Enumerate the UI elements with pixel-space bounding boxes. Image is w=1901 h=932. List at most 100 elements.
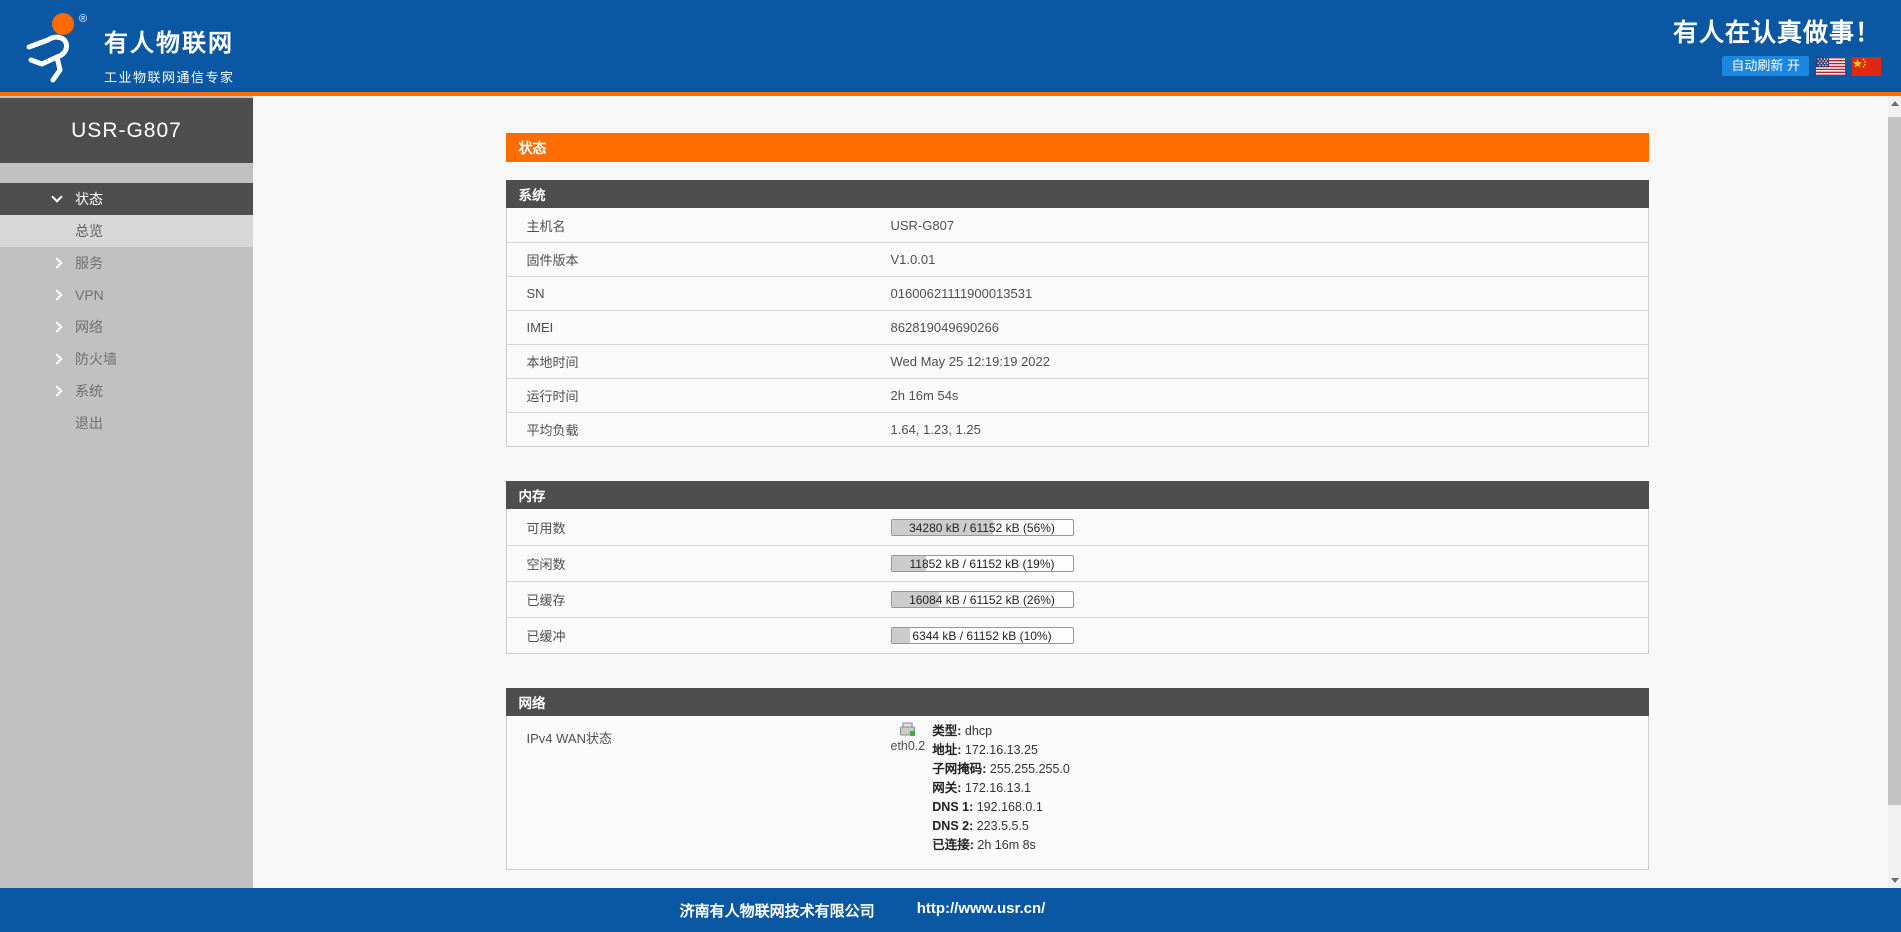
footer: 济南有人物联网技术有限公司 http://www.usr.cn/ [0,888,1901,932]
row-value: 862819049690266 [891,320,999,335]
detail-label: 子网掩码: [932,762,986,776]
detail-label: DNS 2: [932,819,973,833]
sidebar-item-firewall[interactable]: 防火墙 [0,343,253,375]
scrollbar-down-arrow-icon[interactable] [1888,873,1901,888]
scrollbar-thumb[interactable] [1888,117,1901,805]
detail-label: 已连接: [932,838,974,852]
interface-label: eth0.2 [891,739,926,753]
table-row: IPv4 WAN状态 eth0.2 [507,716,1648,869]
wan-interface: eth0.2 [891,722,926,753]
page: ® 有人物联网 工业物联网通信专家 有人在认真做事！ 自动刷新 开 [0,0,1901,932]
footer-url-link[interactable]: http://www.usr.cn/ [917,900,1046,921]
memory-progress-text: 34280 kB / 61152 kB (56%) [892,520,1073,536]
ethernet-icon [899,722,917,737]
row-label: 可用数 [507,518,891,537]
auto-refresh-toggle[interactable]: 自动刷新 开 [1722,56,1809,76]
chevron-icon [51,385,62,396]
chevron-icon [51,353,62,364]
logo-head [52,13,74,35]
logo-title: 有人物联网 [104,23,235,58]
wan-detail-line: 地址: 172.16.13.25 [932,741,1070,760]
memory-progress-bar: 34280 kB / 61152 kB (56%) [891,519,1074,536]
section-system: 系统 主机名 USR-G807 固件版本 V1.0.01 SN 01600621… [506,180,1649,447]
detail-label: 地址: [932,743,961,757]
detail-label: 类型: [932,724,961,738]
row-value: V1.0.01 [891,252,936,267]
us-flag-icon[interactable] [1816,57,1845,76]
sidebar-item-label: 系统 [75,381,103,401]
usr-person-logo-icon: ® [22,9,92,83]
sidebar: USR-G807 状态 总览 服务 VPN 网络 防火墙 系统 退出 [0,96,253,888]
sidebar-item-label: 状态 [75,189,103,209]
wan-detail-line: DNS 2: 223.5.5.5 [932,817,1070,836]
wan-detail-line: 子网掩码: 255.255.255.0 [932,760,1070,779]
row-value: 01600621111900013531 [891,286,1033,301]
table-row: 已缓存 16084 kB / 61152 kB (26%) [507,581,1648,617]
detail-label: 网关: [932,781,961,795]
detail-value: 2h 16m 8s [977,838,1035,852]
cn-flag-icon[interactable] [1852,57,1881,76]
row-label: IPv4 WAN状态 [507,722,891,747]
chevron-icon [51,289,62,300]
chevron-icon [51,191,62,202]
wan-detail-line: DNS 1: 192.168.0.1 [932,798,1070,817]
row-label: 主机名 [507,216,891,235]
sidebar-item-vpn[interactable]: VPN [0,279,253,311]
table-row: SN 01600621111900013531 [507,276,1648,310]
memory-progress-bar: 16084 kB / 61152 kB (26%) [891,591,1074,608]
section-memory: 内存 可用数 34280 kB / 61152 kB (56%) 空闲数 118… [506,481,1649,654]
detail-value: dhcp [965,724,992,738]
sidebar-item-network[interactable]: 网络 [0,311,253,343]
device-name: USR-G807 [0,98,253,163]
header-right: 有人在认真做事！ 自动刷新 开 [1673,13,1881,76]
table-row: 固件版本 V1.0.01 [507,242,1648,276]
sidebar-item-label: VPN [75,287,104,303]
row-label: 本地时间 [507,352,891,371]
top-header: ® 有人物联网 工业物联网通信专家 有人在认真做事！ 自动刷新 开 [0,0,1901,92]
row-label: 已缓冲 [507,626,891,645]
sidebar-item-system[interactable]: 系统 [0,375,253,407]
detail-label: DNS 1: [932,800,973,814]
sidebar-item-status[interactable]: 状态 [0,183,253,215]
table-row: 平均负载 1.64, 1.23, 1.25 [507,412,1648,446]
row-value: 2h 16m 54s [891,388,959,403]
memory-progress-text: 11852 kB / 61152 kB (19%) [892,556,1073,572]
section-system-title: 系统 [506,180,1649,208]
table-row: IMEI 862819049690266 [507,310,1648,344]
detail-value: 255.255.255.0 [990,762,1070,776]
sidebar-item-overview[interactable]: 总览 [0,215,253,247]
section-network-title: 网络 [506,688,1649,716]
memory-progress-bar: 6344 kB / 61152 kB (10%) [891,627,1074,644]
memory-progress-text: 16084 kB / 61152 kB (26%) [892,592,1073,608]
detail-value: 172.16.13.25 [965,743,1038,757]
row-label: 固件版本 [507,250,891,269]
wan-detail-line: 类型: dhcp [932,722,1070,741]
row-label: SN [507,286,891,301]
detail-value: 172.16.13.1 [965,781,1031,795]
sidebar-menu: 状态 总览 服务 VPN 网络 防火墙 系统 退出 [0,183,253,439]
chevron-icon [51,321,62,332]
table-row: 已缓冲 6344 kB / 61152 kB (10%) [507,617,1648,653]
wan-detail-line: 已连接: 2h 16m 8s [932,836,1070,855]
page-title: 状态 [506,133,1649,162]
sidebar-item-label: 防火墙 [75,349,117,369]
sidebar-item-label: 退出 [75,413,103,433]
memory-table: 可用数 34280 kB / 61152 kB (56%) 空闲数 11852 … [506,509,1649,654]
scrollbar[interactable] [1888,96,1901,888]
row-label: 空闲数 [507,554,891,573]
network-table: IPv4 WAN状态 eth0.2 [506,716,1649,870]
wan-details: 类型: dhcp地址: 172.16.13.25子网掩码: 255.255.25… [932,722,1070,855]
slogan-text: 有人在认真做事！ [1673,13,1881,49]
footer-company: 济南有人物联网技术有限公司 [680,900,875,921]
table-row: 可用数 34280 kB / 61152 kB (56%) [507,509,1648,545]
chevron-icon [51,257,62,268]
sidebar-item-services[interactable]: 服务 [0,247,253,279]
sidebar-item-logout[interactable]: 退出 [0,407,253,439]
table-row: 空闲数 11852 kB / 61152 kB (19%) [507,545,1648,581]
table-row: 运行时间 2h 16m 54s [507,378,1648,412]
scrollbar-up-arrow-icon[interactable] [1888,96,1901,111]
row-label: IMEI [507,320,891,335]
table-row: 本地时间 Wed May 25 12:19:19 2022 [507,344,1648,378]
wan-detail-line: 网关: 172.16.13.1 [932,779,1070,798]
row-label: 已缓存 [507,590,891,609]
